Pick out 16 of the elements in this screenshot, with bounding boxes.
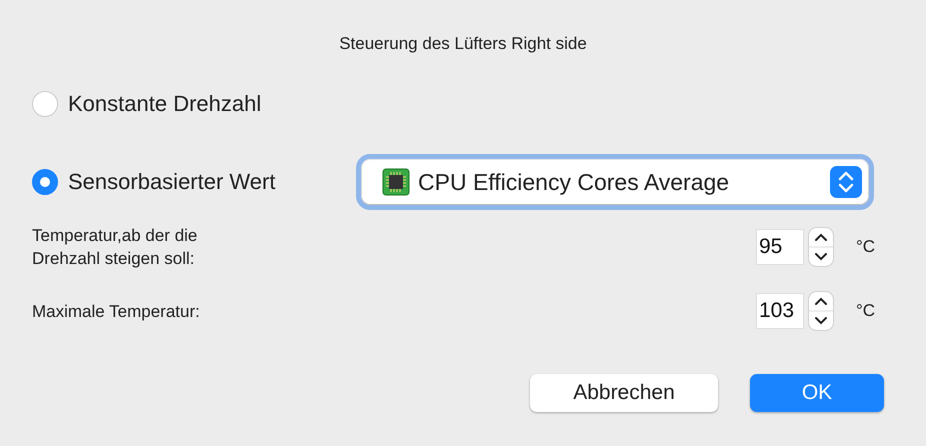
radio-button[interactable]: Konstante Drehzahl — [32, 91, 362, 117]
field-label: Maximale Temperatur: — [32, 300, 201, 322]
dialog-button[interactable]: OK — [750, 374, 884, 412]
unit-label: °C — [856, 301, 876, 321]
dialog-title: Steuerung des Lüfters Right side — [338, 34, 588, 55]
number-field[interactable]: 103 — [756, 293, 804, 329]
chevron-updown-icon — [830, 166, 862, 198]
chip-icon — [382, 168, 410, 196]
number-field[interactable]: 95 — [756, 229, 804, 265]
unit-label: °C — [856, 237, 876, 257]
radio-button[interactable]: Sensorbasierter Wert — [32, 169, 362, 195]
dialog-button[interactable]: Abbrechen — [530, 374, 718, 412]
field-label: Temperatur,ab der die Drehzahl steigen soll: — [32, 225, 198, 270]
stepper-icon[interactable] — [808, 227, 834, 267]
stepper-icon[interactable] — [808, 291, 834, 331]
sensor-popup[interactable]: CPU Efficiency Cores Average — [362, 160, 868, 204]
